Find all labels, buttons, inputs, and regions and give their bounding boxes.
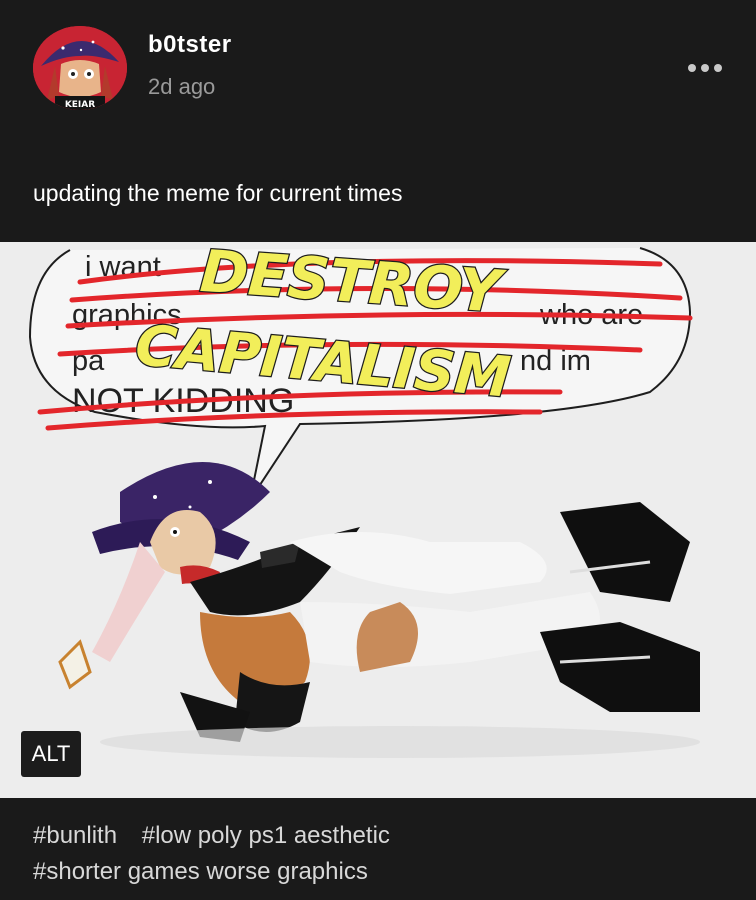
avatar-image: KEIAR <box>33 26 127 110</box>
boot-upper <box>560 502 690 602</box>
post-header: KEIAR b0tster 2d ago <box>0 0 756 130</box>
boot-lower <box>540 622 700 712</box>
user-avatar[interactable]: KEIAR <box>33 26 127 110</box>
post-caption: updating the meme for current times <box>33 180 403 206</box>
tag-link[interactable]: #low poly ps1 aesthetic <box>142 822 390 849</box>
more-options-button[interactable] <box>686 56 724 80</box>
post-tags: #bunlith #low poly ps1 aesthetic #shorte… <box>33 818 408 890</box>
meme-image: i want graphics who are pa nd im NOT KID… <box>28 242 700 758</box>
post-timestamp: 2d ago <box>148 74 216 99</box>
character-figure <box>58 462 700 758</box>
username-link[interactable]: b0tster <box>148 31 232 59</box>
alt-text-button[interactable]: ALT <box>21 731 81 777</box>
tag-link[interactable]: #shorter games worse graphics <box>33 858 368 885</box>
post-image[interactable]: i want graphics who are pa nd im NOT KID… <box>0 242 756 798</box>
more-dot-icon <box>701 64 709 72</box>
character-arm <box>290 532 547 594</box>
more-dot-icon <box>688 64 696 72</box>
avatar-badge-text: KEIAR <box>65 100 95 110</box>
more-dot-icon <box>714 64 722 72</box>
tag-link[interactable]: #bunlith <box>33 822 117 849</box>
